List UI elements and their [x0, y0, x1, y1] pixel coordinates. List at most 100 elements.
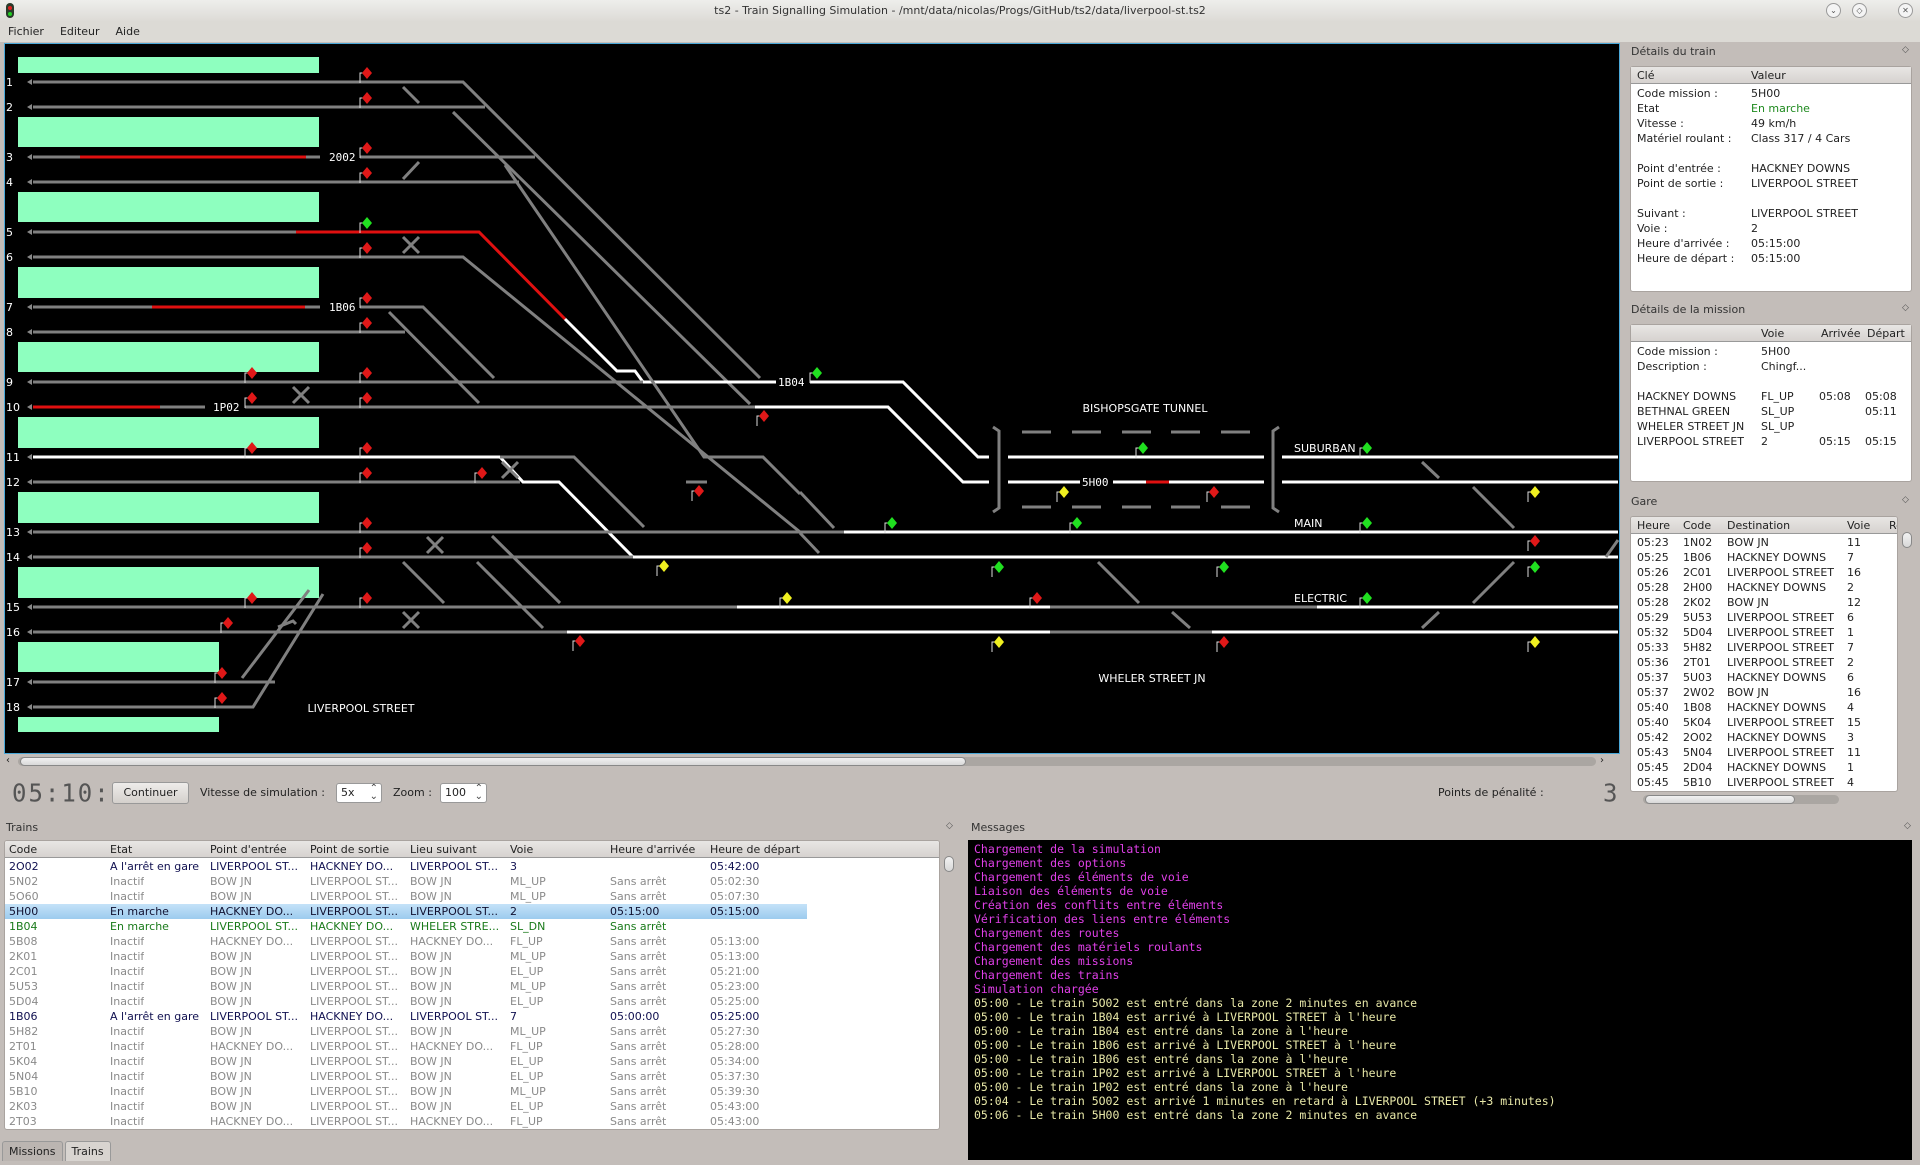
table-row[interactable]: Point d'entrée : HACKNEY DOWNS	[1631, 161, 1911, 176]
signal-green-icon[interactable]	[1138, 442, 1148, 454]
scrollbar-thumb[interactable]	[1645, 795, 1795, 804]
track-segment[interactable]	[1420, 460, 1441, 480]
train-label-1p02[interactable]: 1P02	[213, 401, 240, 414]
continue-button[interactable]: Continuer	[112, 782, 189, 804]
table-row[interactable]: Voie : 2	[1631, 221, 1911, 236]
signal-green-icon[interactable]	[1530, 561, 1540, 573]
signal-red-icon[interactable]	[362, 592, 372, 604]
points-cross-icon[interactable]	[291, 385, 311, 405]
close-button[interactable]: ✕	[1898, 3, 1913, 18]
signal-red-icon[interactable]	[362, 542, 372, 554]
tab-trains[interactable]: Trains	[64, 1141, 111, 1161]
signal-yellow-icon[interactable]	[994, 636, 1004, 648]
train-row[interactable]: 5N02 Inactif BOW JN LIVERPOOL ST... BOW JN ML…	[5, 874, 807, 889]
table-row[interactable]: 05:40 1B08 HACKNEY DOWNS 4	[1631, 700, 1897, 715]
signal-red-icon[interactable]	[1530, 535, 1540, 547]
signal-red-icon[interactable]	[362, 392, 372, 404]
signal-green-icon[interactable]	[1072, 517, 1082, 529]
trains-vertical-scrollbar[interactable]	[942, 854, 956, 1130]
table-row[interactable]: 05:32 5D04 LIVERPOOL STREET 1	[1631, 625, 1897, 640]
table-row[interactable]: Code mission : 5H00	[1631, 86, 1911, 101]
table-row[interactable]: Matériel roulant : Class 317 / 4 Cars	[1631, 131, 1911, 146]
column-header[interactable]: Clé	[1637, 67, 1655, 84]
table-row[interactable]: 05:42 2O02 HACKNEY DOWNS 3	[1631, 730, 1897, 745]
signal-green-icon[interactable]	[1219, 561, 1229, 573]
float-dock-icon[interactable]: ◇	[946, 821, 956, 831]
signal-red-icon[interactable]	[247, 392, 257, 404]
track-diagram[interactable]: 2002 1B06 1P02 1B04 5H00 LIVERPOOL STREE…	[4, 43, 1620, 754]
track-segment[interactable]	[1604, 539, 1619, 558]
column-header[interactable]: Heure	[1637, 517, 1670, 534]
scroll-right-icon[interactable]: ›	[1600, 755, 1604, 766]
signal-red-icon[interactable]	[362, 442, 372, 454]
train-row[interactable]: 5B10 Inactif BOW JN LIVERPOOL ST... BOW JN ML…	[5, 1084, 807, 1099]
column-header[interactable]: Point de sortie	[310, 841, 389, 858]
table-row[interactable]: 05:37 2W02 BOW JN 16	[1631, 685, 1897, 700]
spin-arrows-icon[interactable]: ⌃ ⌄	[475, 784, 483, 802]
route-segment[interactable]	[563, 317, 776, 384]
float-dock-icon[interactable]: ◇	[1902, 45, 1912, 55]
column-header[interactable]: Heure d'arrivée	[610, 841, 695, 858]
table-row[interactable]: Heure de départ : 05:15:00	[1631, 251, 1911, 266]
table-row[interactable]: Code mission : 5H00	[1631, 344, 1911, 359]
signal-red-icon[interactable]	[1219, 636, 1229, 648]
table-row[interactable]: 05:37 5U03 HACKNEY DOWNS 6	[1631, 670, 1897, 685]
train-row[interactable]: 2C01 Inactif BOW JN LIVERPOOL ST... BOW JN EL…	[5, 964, 807, 979]
track-segment[interactable]	[798, 531, 821, 555]
track-segment[interactable]	[475, 560, 545, 630]
train-row[interactable]: 5H82 Inactif BOW JN LIVERPOOL ST... BOW JN ML…	[5, 1024, 807, 1039]
table-row[interactable]: Point de sortie : LIVERPOOL STREET	[1631, 176, 1911, 191]
float-dock-icon[interactable]: ◇	[1902, 495, 1912, 505]
table-row[interactable]: 05:28 2K02 BOW JN 12	[1631, 595, 1897, 610]
table-row[interactable]: Vitesse : 49 km/h	[1631, 116, 1911, 131]
signal-green-icon[interactable]	[812, 367, 822, 379]
table-row[interactable]: 05:45 5B10 LIVERPOOL STREET 4	[1631, 775, 1897, 790]
train-row[interactable]: 2T01 Inactif HACKNEY DO... LIVERPOOL ST... H…	[5, 1039, 807, 1054]
table-row[interactable]: Description : Chingf...	[1631, 359, 1911, 374]
train-row[interactable]: 5N04 Inactif BOW JN LIVERPOOL ST... BOW JN EL…	[5, 1069, 807, 1084]
signal-yellow-icon[interactable]	[1059, 486, 1069, 498]
signal-red-icon[interactable]	[223, 617, 233, 629]
track-segment[interactable]	[1271, 425, 1280, 514]
signal-red-icon[interactable]	[362, 517, 372, 529]
track-segment[interactable]	[33, 255, 801, 534]
track-segment[interactable]	[401, 85, 421, 105]
track-segment[interactable]	[490, 534, 562, 605]
train-row[interactable]: 1B06 A l'arrêt en gare LIVERPOOL ST... HACK…	[5, 1009, 807, 1024]
train-row[interactable]: 1B04 En marche LIVERPOOL ST... HACKNEY DO..…	[5, 919, 807, 934]
signal-red-icon[interactable]	[217, 692, 227, 704]
train-label-2002[interactable]: 2002	[329, 151, 356, 164]
table-row[interactable]: 05:43 5N04 LIVERPOOL STREET 11	[1631, 745, 1897, 760]
table-row[interactable]: Etat En marche	[1631, 101, 1911, 116]
track-segment[interactable]	[1420, 610, 1441, 630]
train-row[interactable]: 2K01 Inactif BOW JN LIVERPOOL ST... BOW JN ML…	[5, 949, 807, 964]
route-segment[interactable]	[755, 405, 989, 484]
signal-green-icon[interactable]	[994, 561, 1004, 573]
signal-green-icon[interactable]	[1362, 517, 1372, 529]
column-header[interactable]: Re	[1889, 517, 1897, 534]
points-cross-icon[interactable]	[401, 610, 421, 630]
minimize-button[interactable]: ⌄	[1826, 3, 1841, 18]
table-row[interactable]	[1631, 191, 1911, 206]
signal-green-icon[interactable]	[1362, 592, 1372, 604]
signal-green-icon[interactable]	[362, 217, 372, 229]
scrollbar-thumb[interactable]	[944, 856, 954, 872]
train-row[interactable]: 2O02 A l'arrêt en gare LIVERPOOL ST... HACK…	[5, 859, 807, 874]
column-header[interactable]: Code	[9, 841, 37, 858]
signal-red-icon[interactable]	[362, 142, 372, 154]
column-header[interactable]: Voie	[510, 841, 533, 858]
train-row[interactable]: 5U53 Inactif BOW JN LIVERPOOL ST... BOW JN ML…	[5, 979, 807, 994]
signal-red-icon[interactable]	[477, 467, 487, 479]
signal-red-icon[interactable]	[362, 67, 372, 79]
signal-yellow-icon[interactable]	[782, 592, 792, 604]
table-row[interactable]: 05:23 1N02 BOW JN 11	[1631, 535, 1897, 550]
speed-spinbox[interactable]: 5x ⌃ ⌄	[336, 783, 382, 803]
station-vertical-scrollbar[interactable]	[1900, 520, 1914, 792]
column-header[interactable]: Code	[1683, 517, 1711, 534]
column-header[interactable]: Arrivée	[1821, 325, 1860, 342]
column-header[interactable]: Lieu suivant	[410, 841, 477, 858]
column-header[interactable]: Heure de départ	[710, 841, 800, 858]
menu-editeur[interactable]: Editeur	[60, 22, 100, 42]
column-header[interactable]: Voie	[1847, 517, 1870, 534]
column-header[interactable]: Départ	[1867, 325, 1905, 342]
